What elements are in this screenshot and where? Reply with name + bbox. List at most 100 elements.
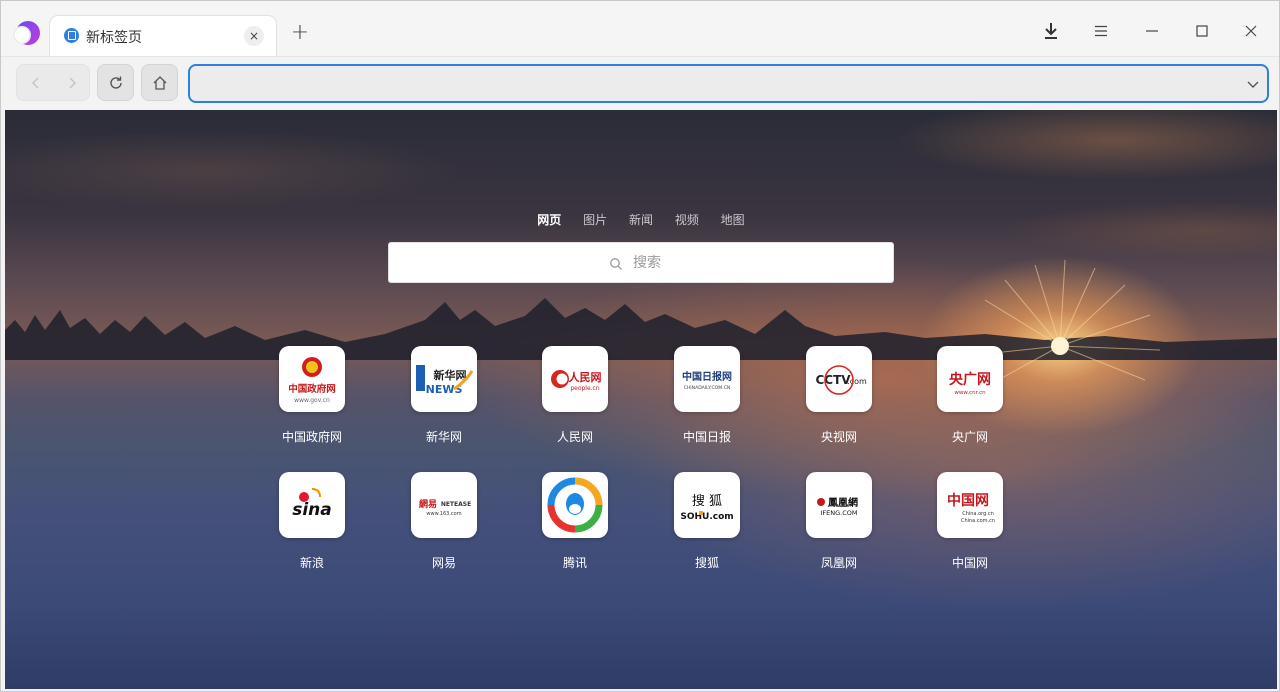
shortcut-logo-text: NEWS: [426, 383, 463, 396]
shortcut-label: 人民网: [556, 430, 593, 444]
shortcut-ifeng[interactable]: 鳳凰網 IFENG.COM 凤凰网: [805, 472, 895, 572]
close-icon: [1245, 25, 1257, 37]
search-tab-news[interactable]: 新闻: [629, 211, 653, 228]
shortcut-logo-text: China.com.cn: [961, 518, 995, 524]
browser-logo-icon: [11, 20, 41, 48]
search-tab-web[interactable]: 网页: [537, 211, 561, 228]
history-buttons: [16, 64, 90, 101]
reload-button[interactable]: [97, 64, 134, 101]
chevron-down-icon: [1247, 81, 1259, 88]
shortcut-label: 中国网: [951, 556, 988, 570]
tab-new-tab[interactable]: 新标签页 ×: [49, 15, 277, 57]
menu-button[interactable]: [1085, 17, 1117, 45]
chinadaily-icon: 中国日报网 CHINADAILY.COM.CN: [674, 346, 740, 412]
hamburger-menu-icon: [1095, 25, 1107, 37]
shortcut-chinadaily[interactable]: 中国日报网 CHINADAILY.COM.CN 中国日报: [673, 346, 763, 446]
shortcut-label: 新华网: [425, 430, 462, 444]
ifeng-icon: 鳳凰網 IFENG.COM: [806, 472, 872, 538]
tab-close-button[interactable]: ×: [244, 26, 264, 46]
shortcut-sohu[interactable]: 搜 狐 SOHU.com 搜狐: [673, 472, 763, 572]
back-button[interactable]: [18, 65, 54, 100]
shortcut-cnr[interactable]: 央广网 www.cnr.cn 央广网: [936, 346, 1026, 446]
search-tab-images[interactable]: 图片: [583, 211, 607, 228]
cnr-icon: 央广网 www.cnr.cn: [937, 346, 1003, 412]
shortcut-label: 凤凰网: [820, 556, 857, 570]
shortcut-logo-text: NETEASE: [441, 501, 471, 508]
shortcut-label: 中国日报: [682, 430, 731, 444]
shortcut-label: 央广网: [951, 430, 988, 444]
shortcut-tencent[interactable]: 腾讯: [541, 472, 631, 572]
minimize-button[interactable]: [1136, 17, 1168, 45]
people-icon: 人民网 people.cn: [542, 346, 608, 412]
new-tab-button[interactable]: +: [289, 22, 311, 44]
download-icon: [1045, 23, 1057, 39]
maximize-icon: [1196, 25, 1208, 37]
shortcut-logo-text: www.cnr.cn: [954, 390, 986, 396]
search-box[interactable]: [388, 242, 894, 283]
shortcut-logo-text: China.org.cn: [962, 511, 994, 517]
search-icon: [610, 258, 622, 270]
close-window-button[interactable]: [1235, 17, 1267, 45]
download-button[interactable]: [1035, 17, 1067, 45]
shortcut-logo-text: CHINADAILY.COM.CN: [684, 385, 731, 391]
sohu-icon: 搜 狐 SOHU.com: [674, 472, 740, 538]
address-bar[interactable]: [188, 64, 1269, 103]
address-dropdown-button[interactable]: [1244, 75, 1262, 93]
minimize-icon: [1146, 30, 1158, 32]
shortcut-netease[interactable]: 網易 NETEASE www.163.com 网易: [410, 472, 500, 572]
shortcut-people[interactable]: 人民网 people.cn 人民网: [541, 346, 631, 446]
address-input[interactable]: [200, 72, 1220, 94]
search-input[interactable]: [633, 253, 873, 273]
shortcut-china-net[interactable]: 中国网 China.org.cn China.com.cn 中国网: [936, 472, 1026, 572]
shortcut-cctv[interactable]: CCTV .com 央视网: [805, 346, 895, 446]
shortcut-sina[interactable]: sina 新浪: [278, 472, 368, 572]
shortcut-logo-text: 搜 狐: [692, 494, 722, 509]
china-gov-icon: 中国政府网 www.gov.cn: [279, 346, 345, 412]
forward-button[interactable]: [54, 65, 90, 100]
shortcut-logo-text: people.cn: [570, 385, 600, 392]
search-tab-video[interactable]: 视频: [675, 211, 699, 228]
shortcut-logo-text: 央广网: [949, 371, 991, 388]
maximize-button[interactable]: [1186, 17, 1218, 45]
shortcut-logo-text: www.163.com: [426, 511, 461, 517]
shortcut-label: 新浪: [299, 556, 324, 570]
search-category-tabs: 网页 图片 新闻 视频 地图: [5, 211, 1277, 228]
shortcut-logo-text: 中国网: [947, 492, 989, 509]
tab-favicon-icon: [64, 28, 79, 43]
shortcut-logo-text: 中国政府网: [288, 383, 336, 395]
shortcut-logo-text: CCTV: [815, 373, 851, 387]
shortcut-logo-text: IFENG.COM: [821, 509, 858, 517]
sina-icon: sina: [279, 472, 345, 538]
xinhua-icon: 新华网 NEWS: [411, 346, 477, 412]
shortcut-logo-text: 人民网: [569, 370, 602, 384]
reload-icon: [109, 76, 122, 89]
cctv-icon: CCTV .com: [806, 346, 872, 412]
tab-title: 新标签页: [86, 30, 142, 46]
tencent-icon: [542, 472, 608, 538]
shortcut-logo-text: 中国日报网: [682, 370, 732, 383]
shortcut-logo-text: 網易: [419, 498, 437, 510]
shortcut-logo-text: 鳳凰網: [828, 496, 858, 509]
chevron-left-icon: [32, 77, 39, 88]
browser-window: 新标签页 × + 网页 图片 新闻 视频 地图 搜索 中国政府网 www.gov…: [0, 0, 1280, 692]
shortcut-label: 网易: [431, 556, 456, 570]
shortcut-china-gov[interactable]: 中国政府网 www.gov.cn 中国政府网: [278, 346, 368, 446]
shortcut-logo-text: .com: [847, 377, 867, 386]
shortcut-logo-text: 新华网: [434, 368, 467, 382]
shortcut-logo-text: sina: [292, 500, 332, 520]
china-net-icon: 中国网 China.org.cn China.com.cn: [937, 472, 1003, 538]
shortcut-label: 搜狐: [694, 556, 719, 570]
shortcut-label: 腾讯: [562, 556, 587, 570]
shortcut-label: 中国政府网: [281, 430, 342, 444]
chevron-right-icon: [69, 77, 76, 88]
home-icon: [153, 75, 166, 90]
shortcut-label: 央视网: [820, 430, 857, 444]
new-tab-page: 网页 图片 新闻 视频 地图 中国政府网 www.gov.cn: [5, 110, 1277, 689]
home-button[interactable]: [141, 64, 178, 101]
search-tab-map[interactable]: 地图: [721, 211, 745, 228]
netease-icon: 網易 NETEASE www.163.com: [411, 472, 477, 538]
shortcut-xinhua[interactable]: 新华网 NEWS 新华网: [410, 346, 500, 446]
title-bar: 新标签页 × +: [1, 1, 1279, 57]
shortcut-logo-text: www.gov.cn: [294, 397, 330, 404]
navigation-bar: [1, 56, 1279, 109]
